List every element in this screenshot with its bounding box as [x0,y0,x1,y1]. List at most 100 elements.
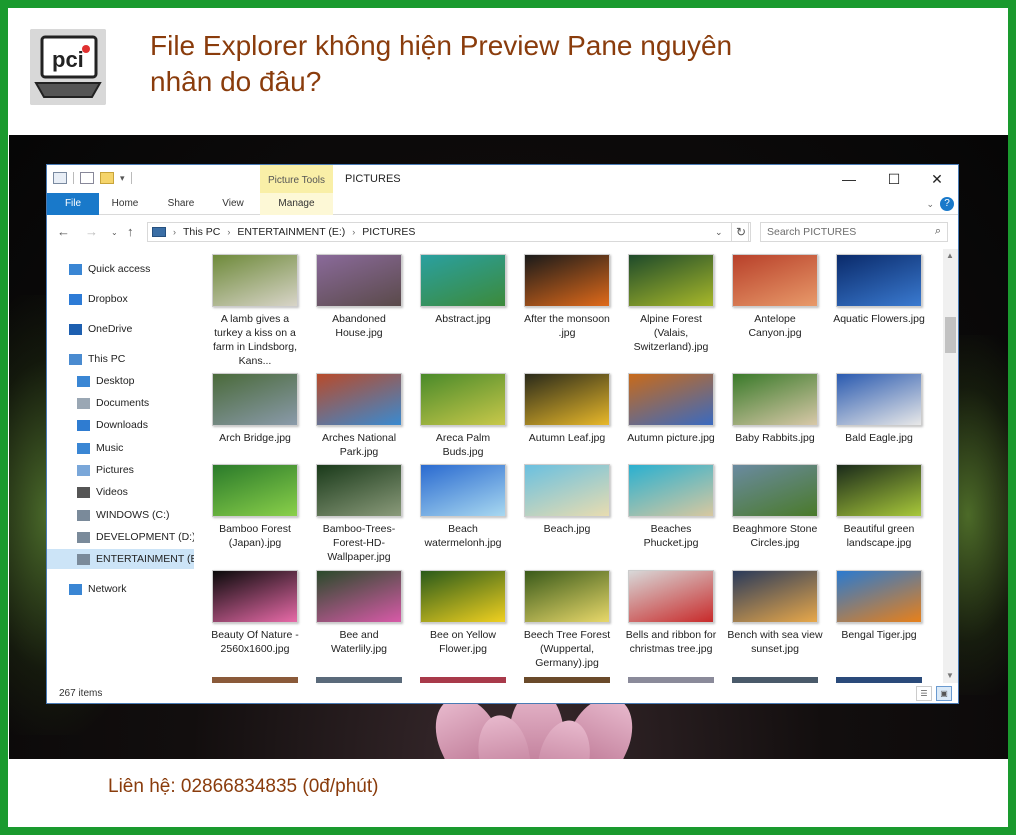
tab-share[interactable]: Share [159,193,203,215]
address-dropdown-icon[interactable]: ⌄ [715,227,723,238]
nav-item-4[interactable]: Desktop [77,371,135,391]
file-item[interactable]: Beautiful green landscape.jpg [831,464,927,550]
breadcrumb-entertainment[interactable]: ENTERTAINMENT (E:) [237,226,345,238]
file-thumbnail [628,570,714,623]
file-thumbnail-partial [420,677,506,683]
file-thumbnail [732,464,818,517]
nav-item-9[interactable]: Videos [77,482,128,502]
forward-button[interactable]: → [85,224,98,239]
file-item[interactable]: Bench with sea view sunset.jpg [727,570,823,656]
nav-item-5[interactable]: Documents [77,393,149,413]
help-icon[interactable]: ? [940,197,954,211]
details-view-button[interactable]: ☰ [916,686,932,701]
address-bar[interactable]: › This PC › ENTERTAINMENT (E:) › PICTURE… [147,222,749,242]
file-thumbnail [628,464,714,517]
file-item[interactable]: Abandoned House.jpg [311,254,407,340]
scrollbar-thumb[interactable] [945,317,956,353]
file-thumbnail [628,254,714,307]
search-icon: ⌕ [934,225,941,237]
picture-tools-tab: Picture Tools [260,165,333,193]
file-thumbnail-partial [316,677,402,683]
nav-item-12[interactable]: ENTERTAINMENT (E:) [47,549,194,569]
nav-item-2[interactable]: OneDrive [69,319,132,339]
file-item[interactable]: A lamb gives a turkey a kiss on a farm i… [207,254,303,368]
file-thumbnail [524,464,610,517]
videos-icon [77,486,90,498]
file-thumbnail [212,464,298,517]
file-thumbnail [628,373,714,426]
recent-locations-icon[interactable]: ⌄ [111,228,118,237]
minimize-button[interactable]: — [827,165,871,193]
this-pc-icon [152,227,166,237]
nav-item-10[interactable]: WINDOWS (C:) [77,505,170,525]
file-name: Beach.jpg [543,523,591,535]
file-item[interactable]: Aquatic Flowers.jpg [831,254,927,326]
navigation-pane: Quick access Dropbox OneDrive This PC Deskto… [47,249,194,683]
nav-item-7[interactable]: Music [77,438,123,458]
file-item[interactable]: Beach.jpg [519,464,615,536]
file-item[interactable]: Abstract.jpg [415,254,511,326]
file-item[interactable]: Bells and ribbon for christmas tree.jpg [623,570,719,656]
file-item[interactable]: Bee on Yellow Flower.jpg [415,570,511,656]
nav-item-11[interactable]: DEVELOPMENT (D:) [77,527,194,547]
back-button[interactable]: ← [57,224,70,239]
file-item[interactable]: Antelope Canyon.jpg [727,254,823,340]
file-thumbnail [732,570,818,623]
file-item[interactable]: Arches National Park.jpg [311,373,407,459]
maximize-button[interactable]: ☐ [872,165,916,193]
file-thumbnail [212,570,298,623]
drive-icon [77,531,90,543]
search-input[interactable]: Search PICTURES ⌕ [760,222,948,242]
file-item[interactable]: Bamboo-Trees-Forest-HD-Wallpaper.jpg [311,464,407,564]
file-item[interactable]: Bamboo Forest (Japan).jpg [207,464,303,550]
tab-home[interactable]: Home [103,193,147,215]
customize-toolbar-icon[interactable]: ▾ [120,173,125,184]
properties-icon[interactable] [80,172,94,184]
expand-ribbon-icon[interactable]: ⌄ [926,199,934,210]
file-thumbnail-partial [836,677,922,683]
file-name: Bench with sea view sunset.jpg [727,629,823,655]
window-title: PICTURES [345,173,401,185]
file-item[interactable]: Areca Palm Buds.jpg [415,373,511,459]
file-item[interactable]: Bald Eagle.jpg [831,373,927,445]
nav-item-label: This PC [88,353,126,365]
file-thumbnail-partial [212,677,298,683]
file-thumbnail [836,464,922,517]
tab-view[interactable]: View [211,193,255,215]
file-name: Aquatic Flowers.jpg [833,313,925,325]
file-item[interactable]: Baby Rabbits.jpg [727,373,823,445]
up-button[interactable]: ↑ [127,224,134,239]
file-name: Beaches Phucket.jpg [643,523,699,549]
nav-item-3[interactable]: This PC [69,349,125,369]
file-item[interactable]: After the monsoon .jpg [519,254,615,340]
file-thumbnail [316,464,402,517]
file-item[interactable]: Beech Tree Forest (Wuppertal, Germany).j… [519,570,615,670]
file-thumbnail [420,254,506,307]
nav-item-label: Music [96,442,124,454]
tab-file[interactable]: File [47,193,99,215]
vertical-scrollbar[interactable]: ▲ ▼ [943,249,958,683]
nav-item-1[interactable]: Dropbox [69,289,128,309]
breadcrumb-this-pc[interactable]: This PC [183,226,220,238]
file-item[interactable]: Bee and Waterlily.jpg [311,570,407,656]
tab-manage[interactable]: Manage [260,193,333,215]
file-item[interactable]: Bengal Tiger.jpg [831,570,927,642]
breadcrumb-pictures[interactable]: PICTURES [362,226,415,238]
new-folder-icon[interactable] [100,172,114,184]
file-item[interactable]: Arch Bridge.jpg [207,373,303,445]
close-button[interactable]: ✕ [915,165,959,193]
file-item[interactable]: Beaghmore Stone Circles.jpg [727,464,823,550]
file-item[interactable]: Alpine Forest (Valais, Switzerland).jpg [623,254,719,354]
nav-item-8[interactable]: Pictures [77,460,134,480]
file-item[interactable]: Autumn Leaf.jpg [519,373,615,445]
nav-item-6[interactable]: Downloads [77,415,148,435]
large-icons-view-button[interactable]: ▣ [936,686,952,701]
file-item[interactable]: Autumn picture.jpg [623,373,719,445]
refresh-button[interactable]: ↻ [731,222,751,242]
file-item[interactable]: Beaches Phucket.jpg [623,464,719,550]
nav-item-0[interactable]: Quick access [69,259,150,279]
file-item[interactable]: Beauty Of Nature - 2560x1600.jpg [207,570,303,656]
file-item[interactable]: Beach watermelonh.jpg [415,464,511,550]
nav-item-13[interactable]: Network [69,579,127,599]
file-thumbnail-partial [628,677,714,683]
